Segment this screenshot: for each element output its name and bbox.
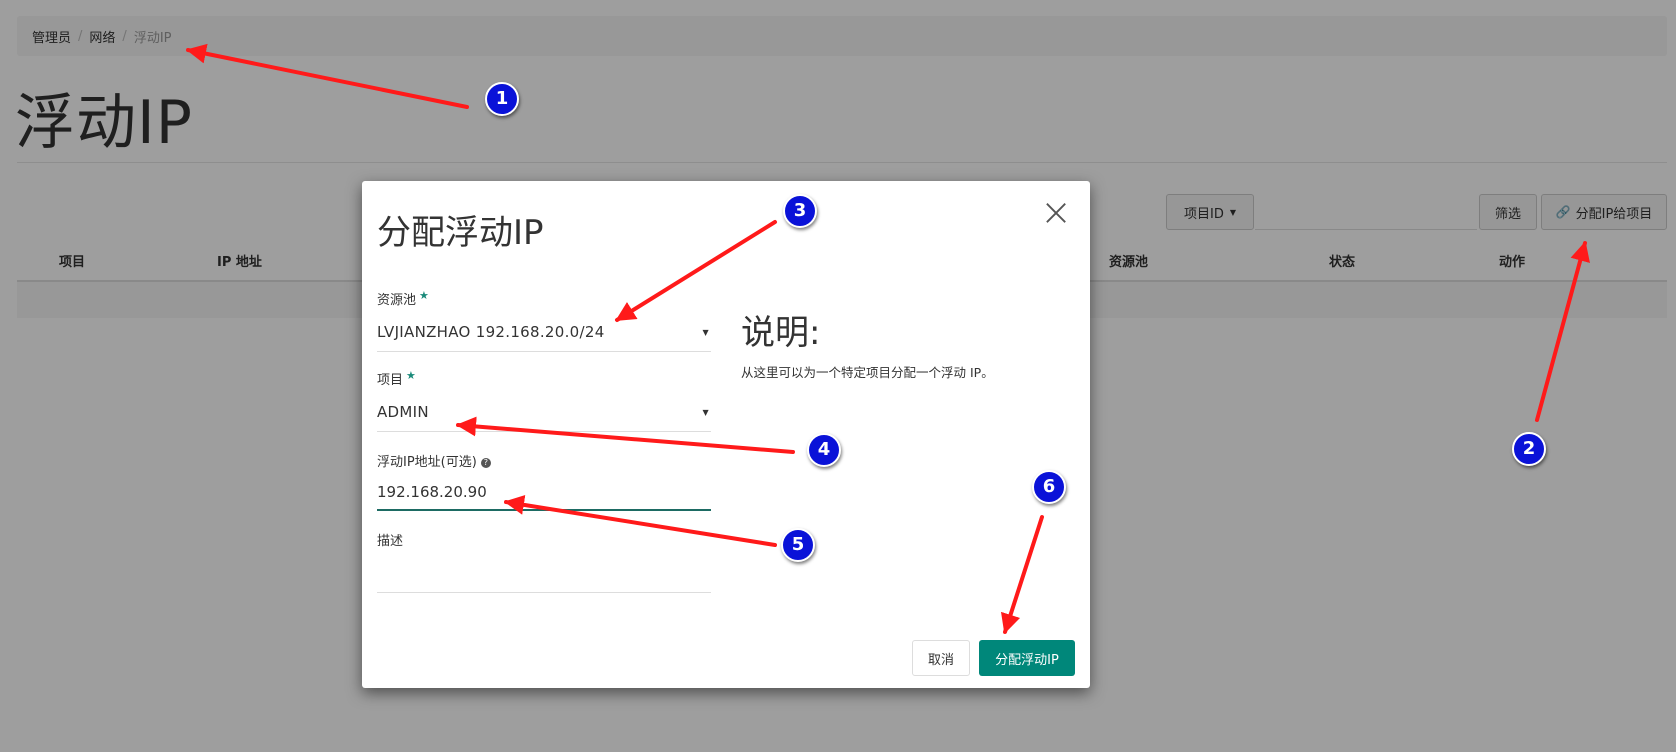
help-title: 说明: xyxy=(741,313,821,353)
project-label: 项目 ★ xyxy=(377,369,416,388)
required-star-icon: ★ xyxy=(419,289,429,302)
pool-label-text: 资源池 xyxy=(377,293,417,308)
allocate-floating-ip-dialog: 分配浮动IP × 资源池 ★ LVJIANZHAO 192.168.20.0/24… xyxy=(362,181,1090,688)
floating-ip-address-label-text: 浮动IP地址(可选) xyxy=(377,455,477,470)
required-star-icon: ★ xyxy=(406,369,416,382)
dialog-title: 分配浮动IP xyxy=(377,213,544,253)
question-circle-icon[interactable]: ? xyxy=(480,458,491,468)
help-text: 从这里可以为一个特定项目分配一个浮动 IP。 xyxy=(741,365,994,380)
pool-select-value: LVJIANZHAO 192.168.20.0/24 xyxy=(377,323,605,341)
description-label: 描述 xyxy=(377,534,404,549)
project-label-text: 项目 xyxy=(377,373,404,388)
project-select-value: ADMIN xyxy=(377,403,429,421)
floating-ip-address-value: 192.168.20.90 xyxy=(377,483,487,501)
project-select[interactable]: ADMIN ▼ xyxy=(377,396,711,432)
caret-down-icon: ▼ xyxy=(702,328,709,337)
pool-label: 资源池 ★ xyxy=(377,289,429,308)
caret-down-icon: ▼ xyxy=(702,408,709,417)
close-icon[interactable]: × xyxy=(1040,193,1072,231)
cancel-button[interactable]: 取消 xyxy=(912,640,970,676)
allocate-floating-ip-button[interactable]: 分配浮动IP xyxy=(979,640,1075,676)
floating-ip-address-input[interactable]: 192.168.20.90 xyxy=(377,475,711,511)
description-input[interactable] xyxy=(377,554,711,593)
floating-ip-address-label: 浮动IP地址(可选)? xyxy=(377,451,491,470)
pool-select[interactable]: LVJIANZHAO 192.168.20.0/24 ▼ xyxy=(377,316,711,352)
